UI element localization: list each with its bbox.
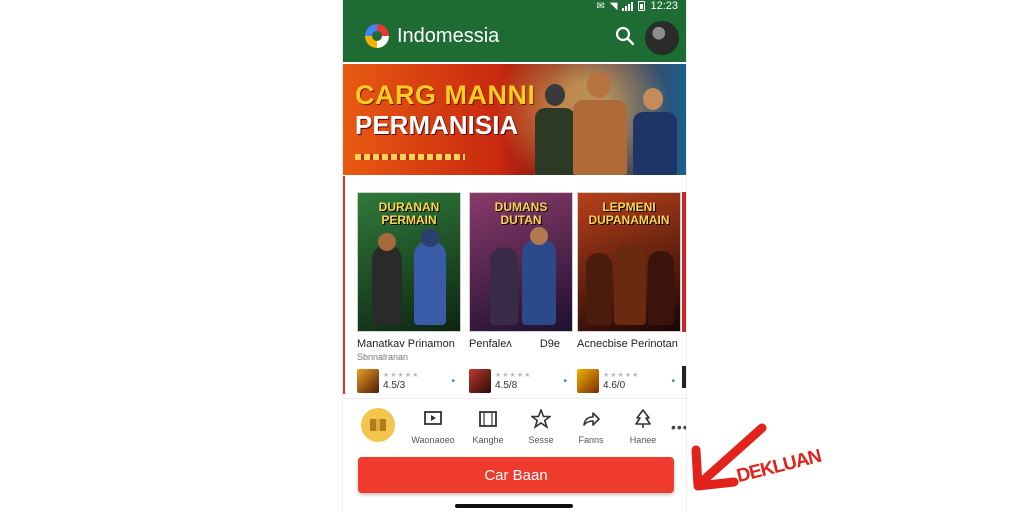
info-dot-icon: • (563, 375, 567, 387)
nav-home-button[interactable] (361, 408, 395, 442)
promo-banner[interactable]: CARG MANNI PERMANISIA (343, 64, 686, 175)
nav-item-0[interactable]: Waonaoeo (403, 407, 463, 445)
game-rating: 4.5/3 (383, 380, 406, 391)
annotation-arrow: DEKLUAN (688, 420, 868, 500)
game-card[interactable]: DUMANS DUTAN Penfaleʌ D9e ★★★★★ 4.5/8 • (469, 192, 573, 393)
game-title: Manatkav Pɾinamon (357, 338, 455, 350)
wifi-icon: ◥ (609, 0, 618, 12)
game-card[interactable]: LEPMENI DUPANAMAIN Acnecbise Peɾinotan ★… (577, 192, 681, 393)
banner-hero-right (625, 64, 685, 175)
share-icon (583, 412, 600, 426)
star-icon (531, 409, 551, 429)
info-dot-icon: • (671, 375, 675, 387)
battery-icon (638, 1, 646, 11)
status-bar: ✉ ◥ 12:23 (596, 0, 678, 12)
game-mini-icon (469, 369, 491, 393)
game-rating: 4.6/0 (603, 380, 626, 391)
nav-item-1[interactable]: Kanghe (458, 407, 518, 445)
rating-stars-icon: ★★★★★ (495, 372, 532, 379)
next-card-peek[interactable] (682, 192, 686, 332)
rating-stars-icon: ★★★★★ (383, 372, 420, 379)
game-subtitle: Sbnnalranan (357, 352, 409, 362)
tv-icon (424, 411, 442, 425)
notification-icon: ✉ (596, 0, 605, 12)
nav-item-4[interactable]: Hanee (613, 407, 673, 445)
rating-stars-icon: ★★★★★ (603, 372, 640, 379)
game-card[interactable]: DURANAN PERMAIN Manatkav Pɾinamon Sbnnal… (357, 192, 461, 393)
bottom-nav: Waonaoeo Kanghe Sesse Fanns Hanee ••• (343, 398, 686, 455)
game-carousel[interactable]: DURANAN PERMAIN Manatkav Pɾinamon Sbnnal… (343, 176, 686, 394)
app-logo[interactable] (365, 24, 389, 48)
info-dot-icon: • (451, 375, 455, 387)
more-icon[interactable]: ••• (671, 419, 686, 435)
game-extra: D9e (539, 338, 560, 350)
game-rating: 4.5/8 (495, 380, 518, 391)
game-title: Penfaleʌ D9e (469, 338, 560, 350)
game-cover[interactable]: LEPMENI DUPANAMAIN (577, 192, 681, 332)
app-title: Indomessia (397, 25, 500, 47)
game-cover[interactable]: DURANAN PERMAIN (357, 192, 461, 332)
avatar[interactable] (645, 21, 679, 55)
banner-title-line-1: CARG MANNI (355, 80, 536, 110)
phone-screen: ✉ ◥ 12:23 Indomessia CARG MANNI PERMANIS… (343, 0, 686, 512)
game-mini-icon (357, 369, 379, 393)
search-icon[interactable] (615, 26, 635, 46)
home-indicator[interactable] (455, 504, 573, 508)
tree-icon (635, 409, 651, 428)
banner-title-line-2: PERMANISIA (355, 110, 519, 140)
game-cover[interactable]: DUMANS DUTAN (469, 192, 573, 332)
game-mini-icon (577, 369, 599, 393)
banner-strip (355, 154, 465, 160)
film-icon (479, 411, 497, 427)
status-time: 12:23 (650, 0, 678, 12)
signal-icon (622, 1, 634, 11)
primary-cta-button[interactable]: Car Baan (358, 457, 674, 493)
game-title: Acnecbise Peɾinotan (577, 338, 678, 350)
next-card-peek-meta (682, 366, 686, 388)
nav-item-3[interactable]: Fanns (561, 407, 621, 445)
game-subtitle (469, 352, 573, 363)
home-icon (370, 419, 386, 431)
app-bar: ✉ ◥ 12:23 Indomessia (343, 0, 686, 62)
game-subtitle (577, 352, 681, 363)
